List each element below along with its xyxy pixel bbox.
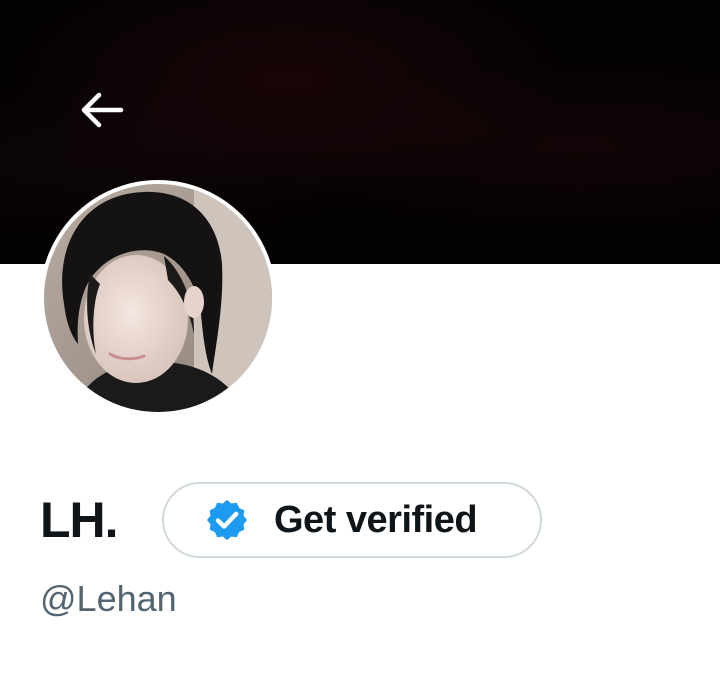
avatar-photo (44, 184, 272, 412)
avatar[interactable] (40, 180, 276, 416)
back-button[interactable] (74, 86, 128, 134)
get-verified-button[interactable]: Get verified (162, 482, 542, 558)
profile-page: LH. Get verified @Lehan (0, 0, 720, 681)
display-name: LH. (40, 492, 119, 548)
arrow-left-icon (81, 92, 124, 128)
user-handle: @Lehan (40, 578, 177, 619)
verified-badge-icon (204, 497, 250, 543)
get-verified-label: Get verified (274, 498, 478, 541)
